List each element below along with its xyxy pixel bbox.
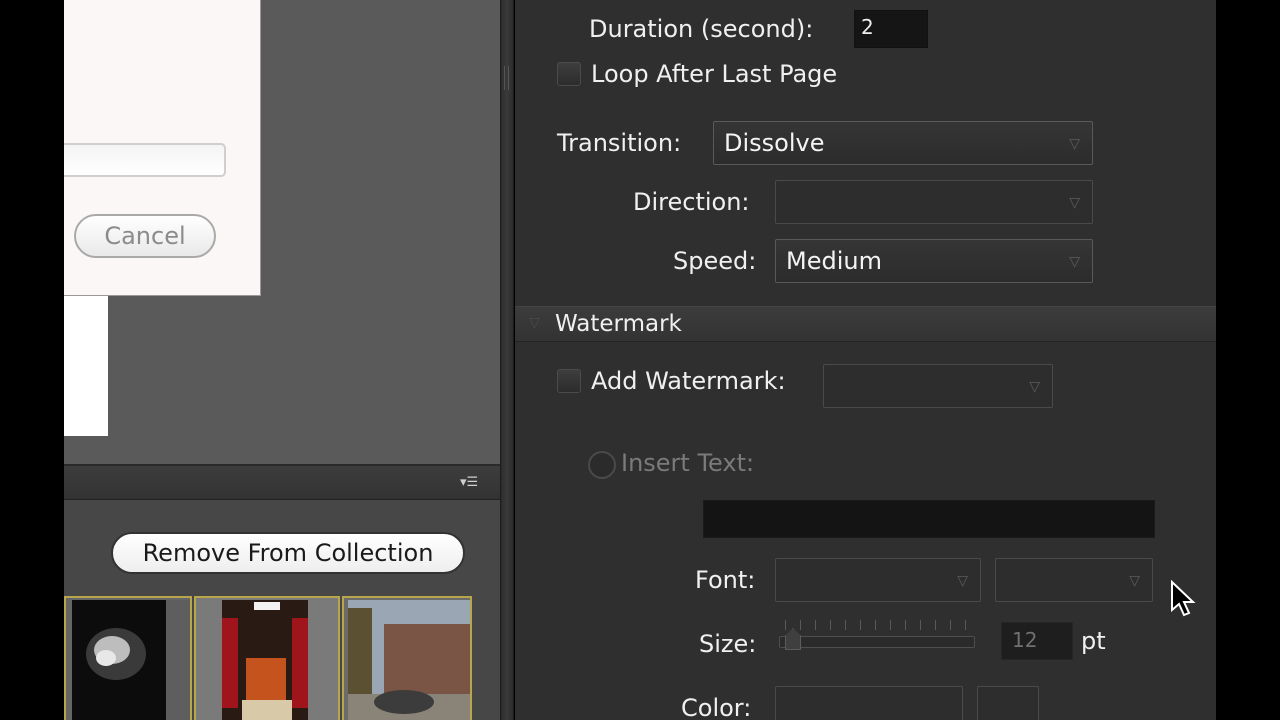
thumbnail-3[interactable] bbox=[342, 596, 472, 720]
insert-text-radio[interactable] bbox=[588, 451, 616, 479]
transition-value: Dissolve bbox=[724, 129, 825, 157]
cancel-button[interactable]: Cancel bbox=[74, 214, 216, 258]
speed-label: Speed: bbox=[673, 247, 757, 275]
chevron-down-icon: ▽ bbox=[1069, 136, 1080, 152]
size-label: Size: bbox=[699, 630, 757, 658]
thumbnail-2[interactable] bbox=[194, 596, 340, 720]
direction-label: Direction: bbox=[633, 188, 750, 216]
insert-text-label: Insert Text: bbox=[621, 449, 755, 477]
divider-grip-handle[interactable] bbox=[504, 66, 509, 90]
loop-checkbox[interactable] bbox=[557, 62, 581, 86]
thumbnail-image bbox=[72, 600, 190, 720]
window-edge bbox=[1216, 0, 1280, 720]
color-dropdown[interactable] bbox=[775, 686, 963, 720]
chevron-down-icon: ▽ bbox=[1129, 573, 1140, 589]
collection-panel-header: ▾☰ bbox=[64, 466, 500, 500]
loop-label: Loop After Last Page bbox=[591, 60, 838, 88]
chevron-down-icon: ▽ bbox=[1069, 254, 1080, 270]
slideshow-settings-panel: Duration (second): 2 Loop After Last Pag… bbox=[515, 0, 1216, 720]
thumbnail-image bbox=[348, 600, 470, 720]
direction-dropdown[interactable]: ▽ bbox=[775, 180, 1093, 224]
size-slider-ticks bbox=[785, 620, 975, 630]
size-slider-track[interactable] bbox=[779, 636, 975, 648]
add-watermark-checkbox[interactable] bbox=[557, 369, 581, 393]
size-input[interactable]: 12 bbox=[1001, 622, 1073, 660]
watermark-type-dropdown[interactable]: ▽ bbox=[823, 364, 1053, 408]
font-label: Font: bbox=[695, 566, 756, 594]
dialog-text-field[interactable] bbox=[64, 143, 226, 177]
watermark-text-input[interactable] bbox=[703, 500, 1155, 538]
duration-label: Duration (second): bbox=[589, 15, 814, 43]
panel-divider[interactable] bbox=[500, 0, 514, 720]
collection-panel: ▾☰ Remove From Collection bbox=[64, 464, 500, 720]
font-family-dropdown[interactable]: ▽ bbox=[775, 558, 981, 602]
size-unit-label: pt bbox=[1081, 627, 1106, 655]
left-workspace: Cancel ▾☰ Remove From Collection bbox=[64, 0, 500, 720]
transition-label: Transition: bbox=[557, 129, 682, 157]
preview-area bbox=[64, 296, 108, 436]
disclosure-chevron-icon[interactable]: ▽ bbox=[529, 315, 549, 335]
panel-menu-icon[interactable]: ▾☰ bbox=[460, 475, 494, 491]
chevron-down-icon: ▽ bbox=[957, 573, 968, 589]
size-slider-thumb[interactable] bbox=[785, 628, 801, 650]
duration-input[interactable]: 2 bbox=[854, 10, 928, 48]
add-watermark-label: Add Watermark: bbox=[591, 367, 786, 395]
font-style-dropdown[interactable]: ▽ bbox=[995, 558, 1153, 602]
speed-dropdown[interactable]: Medium ▽ bbox=[775, 239, 1093, 283]
speed-value: Medium bbox=[786, 247, 882, 275]
color-swatch[interactable] bbox=[977, 686, 1039, 720]
watermark-section-title: Watermark bbox=[555, 311, 682, 337]
chevron-down-icon: ▽ bbox=[1029, 379, 1040, 395]
transition-dropdown[interactable]: Dissolve ▽ bbox=[713, 121, 1093, 165]
watermark-section-header[interactable]: ▽ Watermark bbox=[515, 306, 1216, 342]
dialog-panel: Cancel bbox=[64, 0, 261, 296]
thumbnail-image bbox=[222, 600, 308, 720]
chevron-down-icon: ▽ bbox=[1069, 195, 1080, 211]
color-label: Color: bbox=[681, 694, 752, 720]
mouse-pointer-icon bbox=[1171, 580, 1196, 617]
remove-from-collection-button[interactable]: Remove From Collection bbox=[111, 532, 465, 574]
thumbnail-1[interactable] bbox=[64, 596, 192, 720]
